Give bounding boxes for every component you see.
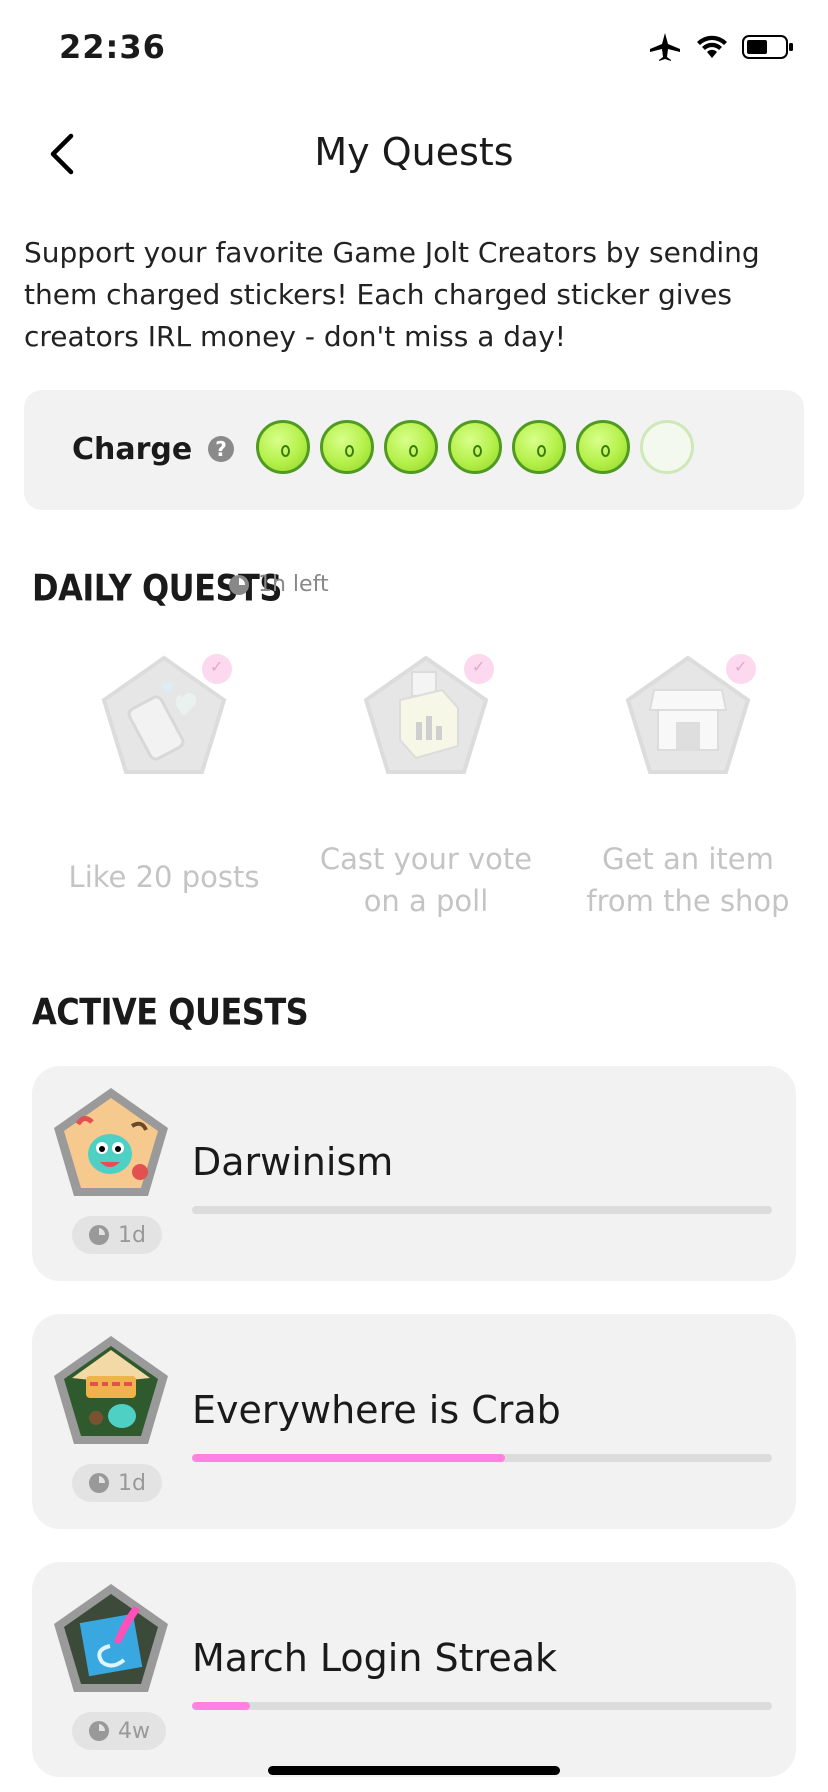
- clock-icon: [89, 1721, 109, 1741]
- daily-time-left: 1h left: [258, 572, 329, 597]
- charge-card: Charge ?: [24, 390, 804, 510]
- clock-icon: [89, 1473, 109, 1493]
- quest-progress-bar: [192, 1454, 772, 1462]
- charge-orb-filled: [256, 420, 310, 474]
- wifi-icon: [696, 34, 728, 64]
- charge-orb-filled: [512, 420, 566, 474]
- charge-orb-filled: [320, 420, 374, 474]
- daily-quest-grid: Like 20 posts Cast your vote on a poll G…: [24, 650, 804, 918]
- daily-quest-label: Like 20 posts: [68, 860, 260, 894]
- charge-orb-filled: [576, 420, 630, 474]
- daily-quest-item[interactable]: Like 20 posts: [44, 650, 284, 898]
- quest-thumbnail: [50, 1084, 172, 1206]
- quest-card[interactable]: 1d Darwinism: [32, 1066, 796, 1281]
- quest-title: March Login Streak: [192, 1636, 557, 1680]
- completed-badge-icon: [464, 654, 494, 684]
- shop-icon: [618, 650, 758, 790]
- quest-time: 1d: [118, 1222, 146, 1248]
- charge-orb-empty: [640, 420, 694, 474]
- clock-icon: [229, 574, 249, 595]
- charge-orb-filled: [384, 420, 438, 474]
- quest-time: 4w: [118, 1718, 150, 1744]
- charge-orb-filled: [448, 420, 502, 474]
- charge-orbs: [256, 420, 694, 474]
- quest-progress-bar: [192, 1702, 772, 1710]
- quest-time-badge: 4w: [72, 1712, 166, 1750]
- quest-card[interactable]: 4w March Login Streak: [32, 1562, 796, 1777]
- battery-icon: [742, 34, 794, 64]
- status-time: 22:36: [59, 28, 166, 66]
- daily-timer: 1h left: [228, 572, 329, 597]
- daily-quest-item[interactable]: Get an item from the shop: [568, 650, 808, 922]
- quest-time: 1d: [118, 1470, 146, 1496]
- quest-progress-bar: [192, 1206, 772, 1214]
- quest-progress-fill: [192, 1454, 506, 1462]
- airplane-icon: [648, 32, 682, 66]
- intro-text: Support your favorite Game Jolt Creators…: [24, 236, 760, 353]
- like-phone-icon: [94, 650, 234, 790]
- clock-icon: [89, 1225, 109, 1245]
- quest-time-badge: 1d: [72, 1464, 162, 1502]
- quest-thumbnail: [50, 1580, 172, 1702]
- page-title: My Quests: [314, 130, 514, 174]
- question-icon[interactable]: ?: [208, 436, 234, 462]
- completed-badge-icon: [726, 654, 756, 684]
- daily-quest-label: Get an item from the shop: [586, 842, 790, 918]
- ballot-box-icon: [356, 650, 496, 790]
- status-icons: [648, 32, 794, 66]
- status-bar: 22:36: [0, 0, 828, 100]
- active-quests-title: ACTIVE QUESTS: [32, 990, 309, 1034]
- charge-label: Charge: [72, 432, 193, 467]
- quest-progress-fill: [192, 1702, 250, 1710]
- quest-thumbnail: [50, 1332, 172, 1454]
- daily-quest-label: Cast your vote on a poll: [319, 842, 533, 918]
- nav-bar: My Quests: [0, 110, 828, 200]
- quest-time-badge: 1d: [72, 1216, 162, 1254]
- home-indicator: [268, 1766, 560, 1775]
- quest-title: Everywhere is Crab: [192, 1388, 561, 1432]
- quest-card[interactable]: 1d Everywhere is Crab: [32, 1314, 796, 1529]
- completed-badge-icon: [202, 654, 232, 684]
- daily-quest-item[interactable]: Cast your vote on a poll: [306, 650, 546, 922]
- quest-title: Darwinism: [192, 1140, 394, 1184]
